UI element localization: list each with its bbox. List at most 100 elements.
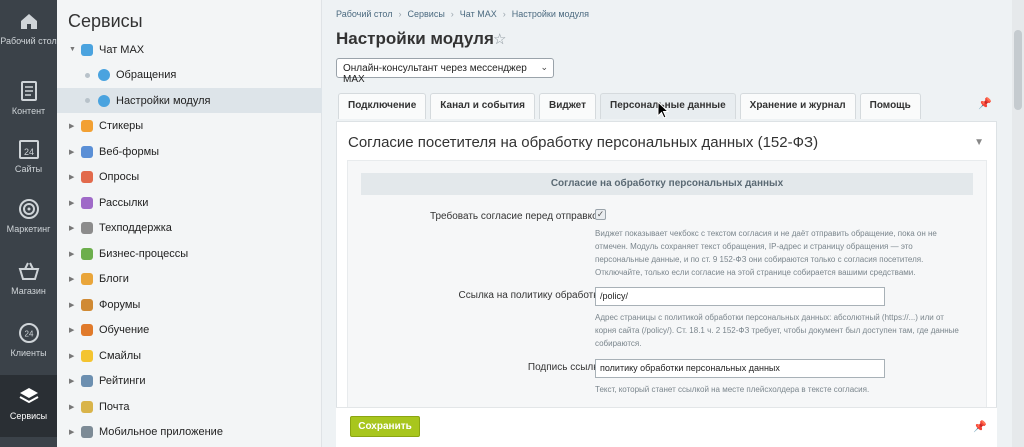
breadcrumb-item[interactable]: Рабочий стол: [336, 9, 393, 19]
sidebar-item-label: Рейтинги: [99, 375, 146, 387]
basket-icon: [18, 262, 39, 280]
save-button[interactable]: Сохранить: [350, 416, 420, 437]
sidebar-item[interactable]: ▶ Рейтинги: [57, 369, 322, 394]
chevron-right-icon[interactable]: ▶: [69, 301, 77, 309]
home-icon: [20, 14, 37, 29]
tab[interactable]: Канал и события: [430, 93, 535, 119]
rail-item-desktop[interactable]: Рабочий стол: [0, 0, 57, 62]
sidebar-item[interactable]: ▶ Бизнес-процессы: [57, 241, 322, 266]
services-sidebar: Сервисы ▼ Чат MAX Обращения Настройки модул…: [57, 0, 322, 447]
rail-label: Контент: [11, 106, 46, 116]
chevron-right-icon[interactable]: ▶: [69, 224, 77, 232]
sidebar-item[interactable]: ▶ Рассылки: [57, 190, 322, 215]
rail-item-content[interactable]: Контент: [0, 70, 57, 132]
tab[interactable]: Подключение: [338, 93, 427, 119]
chevron-right-icon[interactable]: ▶: [69, 377, 77, 385]
service-icon: [81, 400, 93, 413]
tab[interactable]: Помощь: [859, 93, 921, 119]
rail-item-sites[interactable]: 24 Сайты: [0, 128, 57, 190]
sidebar-item[interactable]: ▶ Веб-формы: [57, 139, 322, 164]
link-caption-input[interactable]: политику обработки персональных данных: [595, 359, 885, 378]
pin-icon[interactable]: 📌: [978, 97, 992, 110]
chevron-right-icon[interactable]: ▶: [69, 326, 77, 334]
rail-item-clients[interactable]: 24 Клиенты: [0, 312, 57, 374]
policy-link-input[interactable]: /policy/: [595, 287, 885, 306]
rail-item-shop[interactable]: Магазин: [0, 250, 57, 312]
breadcrumb-separator: ›: [450, 9, 454, 19]
breadcrumb-item[interactable]: Чат MAX: [460, 9, 497, 19]
chevron-right-icon[interactable]: ▶: [69, 403, 77, 411]
bullet-icon: [85, 98, 90, 103]
chevron-down-icon[interactable]: ▼: [69, 46, 77, 53]
sidebar-item[interactable]: ▶ Обучение: [57, 318, 322, 343]
breadcrumb-item[interactable]: Настройки модуля: [512, 9, 589, 19]
chevron-right-icon[interactable]: ▶: [69, 199, 77, 207]
main-content: Рабочий стол › Сервисы › Чат MAX › Настройк…: [322, 0, 1024, 447]
settings-section: Согласие на обработку персональных данны…: [347, 160, 987, 410]
bullet-icon: [85, 72, 90, 78]
chevron-right-icon[interactable]: ▶: [69, 250, 77, 258]
panel-heading: Согласие посетителя на обработку персона…: [348, 134, 819, 151]
sidebar-item[interactable]: Настройки модуля: [57, 88, 322, 113]
breadcrumb: Рабочий стол › Сервисы › Чат MAX › Настройк…: [336, 9, 593, 19]
pin-icon[interactable]: 📌: [973, 420, 987, 433]
sidebar-item-label: Обучение: [99, 324, 150, 336]
tab[interactable]: Виджет: [539, 93, 597, 119]
sidebar-item[interactable]: ▶ Мобильное приложение: [57, 420, 322, 445]
service-icon: [81, 273, 93, 285]
rail-label: Сервисы: [9, 411, 48, 421]
sidebar-title: Сервисы: [68, 11, 143, 31]
sidebar-item[interactable]: ▶ Стикеры: [57, 114, 322, 139]
policy-link-label: Ссылка на политику обработки:: [458, 290, 606, 301]
target-icon: [18, 199, 39, 219]
module-select-value: Онлайн-консультант через мессенджер MAX: [343, 63, 527, 85]
chevron-right-icon[interactable]: ▶: [69, 275, 77, 283]
chevron-right-icon[interactable]: ▶: [69, 122, 77, 130]
module-icon: [98, 69, 110, 81]
page-scrollbar[interactable]: [1012, 0, 1024, 447]
link-caption-hint: Текст, который станет ссылкой на месте п…: [595, 385, 870, 394]
chevron-right-icon[interactable]: ▶: [69, 428, 77, 436]
require-consent-hint: Виджет показывает чекбокс с текстом согл…: [595, 229, 937, 277]
star-icon[interactable]: ☆: [493, 30, 506, 48]
service-icon: [81, 120, 93, 132]
sidebar-item-label: Блоги: [99, 273, 129, 285]
sidebar-item[interactable]: ▶ Техподдержка: [57, 216, 322, 241]
sidebar-item-label: Опросы: [99, 171, 140, 183]
collapse-icon[interactable]: ▼: [974, 137, 984, 148]
service-icon: [81, 43, 93, 56]
chevron-right-icon[interactable]: ▶: [69, 173, 77, 181]
breadcrumb-item[interactable]: Сервисы: [408, 9, 445, 19]
sidebar-item-label: Техподдержка: [99, 222, 172, 234]
rail-item-services[interactable]: Сервисы: [0, 375, 57, 437]
sidebar-item-label: Обращения: [116, 69, 177, 81]
scrollbar-thumb[interactable]: [1014, 30, 1022, 110]
document-icon: [20, 81, 37, 101]
rail-item-marketing[interactable]: Маркетинг: [0, 188, 57, 250]
chevron-right-icon[interactable]: ▶: [69, 148, 77, 156]
mouse-cursor-icon: [657, 101, 669, 119]
sidebar-item-label: Форумы: [99, 298, 141, 311]
sidebar-item[interactable]: ▶ Почта: [57, 394, 322, 419]
sidebar-item[interactable]: ▼ Чат MAX: [57, 37, 322, 62]
sidebar-item[interactable]: Обращения: [57, 63, 322, 88]
module-select[interactable]: Онлайн-консультант через мессенджер MAX …: [336, 58, 554, 85]
rail-label: Сайты: [14, 164, 43, 174]
sidebar-item[interactable]: ▶ Форумы: [57, 292, 322, 317]
sidebar-item-label: Почта: [99, 400, 130, 413]
calendar-badge: 24: [23, 147, 33, 157]
sidebar-item[interactable]: ▶ Опросы: [57, 165, 322, 190]
service-icon: [81, 196, 93, 209]
require-consent-checkbox[interactable]: ✓: [595, 209, 606, 220]
sidebar-item[interactable]: ▶ Смайлы: [57, 343, 322, 368]
settings-panel: Согласие посетителя на обработку персона…: [336, 121, 997, 447]
clients-badge: 24: [24, 330, 33, 339]
service-icon: [81, 375, 93, 387]
layers-icon: [19, 388, 38, 404]
sidebar-item[interactable]: ▶ Блоги: [57, 267, 322, 292]
rail-label: Магазин: [11, 286, 46, 296]
sidebar-item-label: Настройки модуля: [116, 94, 211, 107]
tab[interactable]: Хранение и журнал: [739, 93, 856, 119]
chevron-right-icon[interactable]: ▶: [69, 352, 77, 360]
service-icon: [81, 222, 93, 234]
